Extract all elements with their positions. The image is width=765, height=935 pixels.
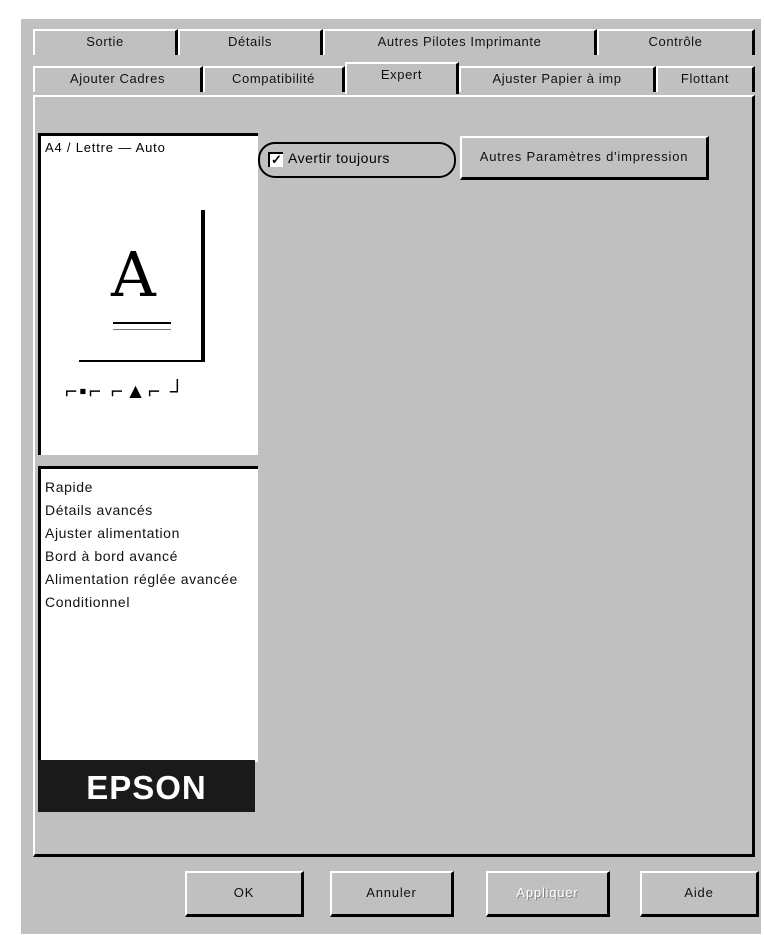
always-warn-label[interactable]: Avertir toujours: [288, 150, 390, 166]
help-button[interactable]: Aide: [640, 871, 759, 917]
tab-adjust-paper[interactable]: Ajuster Papier à imp: [459, 66, 656, 92]
list-item[interactable]: Bord à bord avancé: [45, 545, 258, 568]
ok-button[interactable]: OK: [185, 871, 304, 917]
cancel-button[interactable]: Annuler: [330, 871, 454, 917]
always-warn-checkbox[interactable]: ✓: [268, 152, 283, 167]
tab-compatibility[interactable]: Compatibilité: [203, 66, 345, 92]
tab-add-frames[interactable]: Ajouter Cadres: [33, 66, 203, 92]
epson-logo: EPSON: [38, 760, 255, 812]
list-item[interactable]: Alimentation réglée avancée: [45, 568, 258, 591]
tab-output[interactable]: Sortie: [33, 29, 178, 55]
always-warn-group: ✓ Avertir toujours: [258, 142, 456, 178]
tab-expert[interactable]: Expert: [345, 62, 459, 94]
list-item[interactable]: Rapide: [45, 476, 258, 499]
preview-caption: A4 / Lettre — Auto: [45, 140, 166, 155]
sample-underline: [113, 322, 171, 324]
tab-control[interactable]: Contrôle: [597, 29, 755, 55]
apply-button[interactable]: Appliquer: [486, 871, 610, 917]
list-item[interactable]: Ajuster alimentation: [45, 522, 258, 545]
layout-icons: ⌐▪⌐ ⌐▲⌐ ┘: [65, 380, 187, 403]
tab-details[interactable]: Détails: [178, 29, 323, 55]
tab-other-drivers[interactable]: Autres Pilotes Imprimante: [323, 29, 597, 55]
feature-list: Rapide Détails avancés Ajuster alimentat…: [38, 466, 258, 762]
list-item[interactable]: Conditionnel: [45, 591, 258, 614]
sample-letter: A: [111, 238, 156, 311]
preview-panel: A4 / Lettre — Auto A ⌐▪⌐ ⌐▲⌐ ┘: [38, 133, 258, 455]
other-settings-button[interactable]: Autres Paramètres d'impression: [460, 136, 709, 180]
tab-floating[interactable]: Flottant: [656, 66, 755, 92]
list-item[interactable]: Détails avancés: [45, 499, 258, 522]
sample-underline-secondary: [113, 329, 171, 330]
